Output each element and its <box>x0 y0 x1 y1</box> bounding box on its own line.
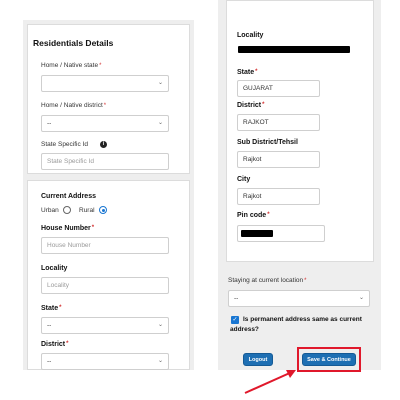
state-label: State* <box>41 305 62 312</box>
staying-current-label: Staying at current location* <box>228 277 307 284</box>
home-state-select[interactable]: ⌄ <box>41 75 169 92</box>
rural-radio[interactable] <box>99 206 107 214</box>
residential-details-title: Residentials Details <box>33 38 114 48</box>
house-number-input[interactable]: House Number <box>41 237 169 254</box>
info-icon[interactable]: i <box>100 141 107 148</box>
chevron-down-icon: ⌄ <box>358 295 364 301</box>
current-address-title: Current Address <box>41 193 96 200</box>
pincode-input[interactable] <box>237 225 325 242</box>
chevron-down-icon: ⌄ <box>157 322 163 328</box>
logout-button[interactable]: Logout <box>243 353 273 366</box>
state-specific-id-label: State Specific Id <box>41 141 88 148</box>
home-district-label: Home / Native district* <box>41 102 107 109</box>
permanent-same-label-line2: address? <box>230 326 259 333</box>
urban-label: Urban <box>41 207 59 214</box>
locality-input[interactable]: Locality <box>41 277 169 294</box>
staying-current-select[interactable]: -- ⌄ <box>228 290 370 307</box>
save-continue-button[interactable]: Save & Continue <box>302 353 356 366</box>
subdistrict-select[interactable]: Rajkot <box>237 151 320 168</box>
chevron-down-icon: ⌄ <box>157 80 163 86</box>
address-continued-card: Locality State* GUJARAT District* RAJKOT… <box>226 0 374 262</box>
city-input[interactable]: Rajkot <box>237 188 320 205</box>
subdistrict-label: Sub District/Tehsil <box>237 139 298 146</box>
state-specific-id-input[interactable]: State Specific Id <box>41 153 169 170</box>
state-label-right: State* <box>237 69 258 76</box>
rural-label: Rural <box>79 207 95 214</box>
locality-redacted-value <box>238 46 350 53</box>
pincode-redacted-value <box>241 230 273 237</box>
permanent-same-checkbox[interactable]: ✓ <box>231 316 239 324</box>
locality-label: Locality <box>41 265 68 272</box>
current-address-card: Current Address Urban Rural House Number… <box>27 180 190 370</box>
permanent-same-label-line1: Is permanent address same as current <box>243 316 362 323</box>
locality-label-right: Locality <box>237 32 264 39</box>
pincode-label: Pin code* <box>237 212 270 219</box>
district-label-right: District* <box>237 102 265 109</box>
state-select[interactable]: -- ⌄ <box>41 317 169 334</box>
left-form-panel: Residentials Details Home / Native state… <box>23 20 194 370</box>
home-district-select[interactable]: -- ⌄ <box>41 115 169 132</box>
district-select-right[interactable]: RAJKOT <box>237 114 320 131</box>
chevron-down-icon: ⌄ <box>157 120 163 126</box>
district-select[interactable]: -- ⌄ <box>41 353 169 370</box>
right-form-panel: Locality State* GUJARAT District* RAJKOT… <box>218 0 381 370</box>
house-number-label: House Number* <box>41 225 95 232</box>
urban-radio[interactable] <box>63 206 71 214</box>
chevron-down-icon: ⌄ <box>157 358 163 364</box>
state-select-right[interactable]: GUJARAT <box>237 80 320 97</box>
district-label: District* <box>41 341 69 348</box>
city-label: City <box>237 176 251 183</box>
residential-details-card: Residentials Details Home / Native state… <box>27 24 190 174</box>
home-state-label: Home / Native state* <box>41 62 102 69</box>
